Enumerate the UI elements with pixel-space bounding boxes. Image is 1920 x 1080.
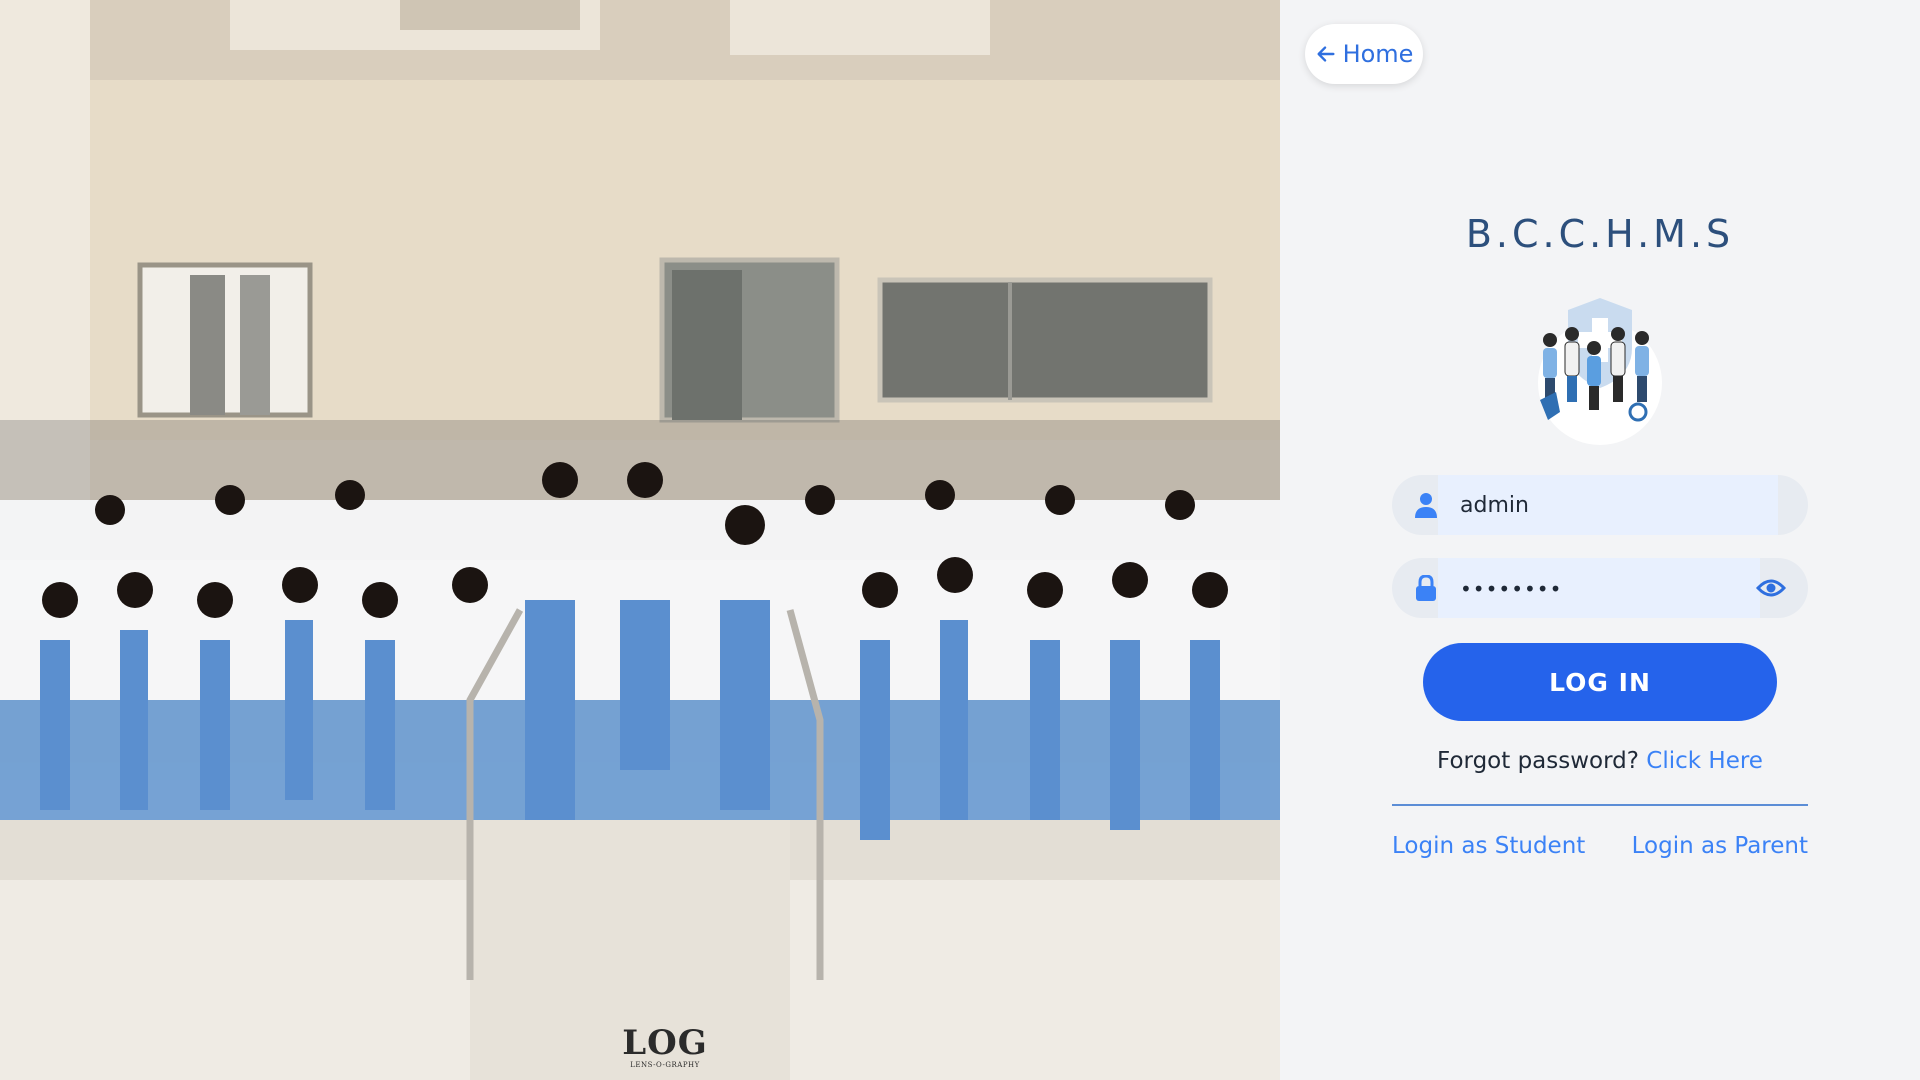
login-as-parent-link[interactable]: Login as Parent <box>1632 833 1808 859</box>
username-input[interactable] <box>1460 487 1760 523</box>
healthcare-team-icon <box>1538 298 1662 445</box>
arrow-left-icon <box>1317 46 1335 62</box>
group-photo <box>0 0 1280 1080</box>
home-button-label: Home <box>1342 40 1414 68</box>
login-panel: Home B.C.C.H.M.S admin •••••••• LOG IN F… <box>1280 0 1920 1080</box>
watermark-logo-text: LOG <box>622 1023 708 1063</box>
eye-icon[interactable] <box>1756 574 1786 602</box>
home-button[interactable]: Home <box>1305 24 1423 84</box>
login-as-student-link[interactable]: Login as Student <box>1392 833 1585 859</box>
lock-icon <box>1416 575 1436 601</box>
password-field <box>1392 558 1808 618</box>
login-button[interactable]: LOG IN <box>1423 643 1777 721</box>
user-icon <box>1415 493 1437 518</box>
username-field <box>1392 475 1808 535</box>
watermark-subtext: LENS-O-GRAPHY <box>630 1061 700 1069</box>
password-input[interactable] <box>1460 571 1760 607</box>
hero-photo-panel: LOG LENS-O-GRAPHY <box>0 0 1280 1080</box>
forgot-password-link[interactable]: Click Here <box>1646 748 1763 774</box>
brand-title: B.C.C.H.M.S <box>1465 212 1735 256</box>
forgot-password-row: Forgot password? Click Here <box>1280 748 1920 774</box>
photographer-watermark: LOG LENS-O-GRAPHY <box>620 1025 710 1069</box>
forgot-password-text: Forgot password? <box>1437 748 1639 774</box>
divider <box>1392 804 1808 806</box>
